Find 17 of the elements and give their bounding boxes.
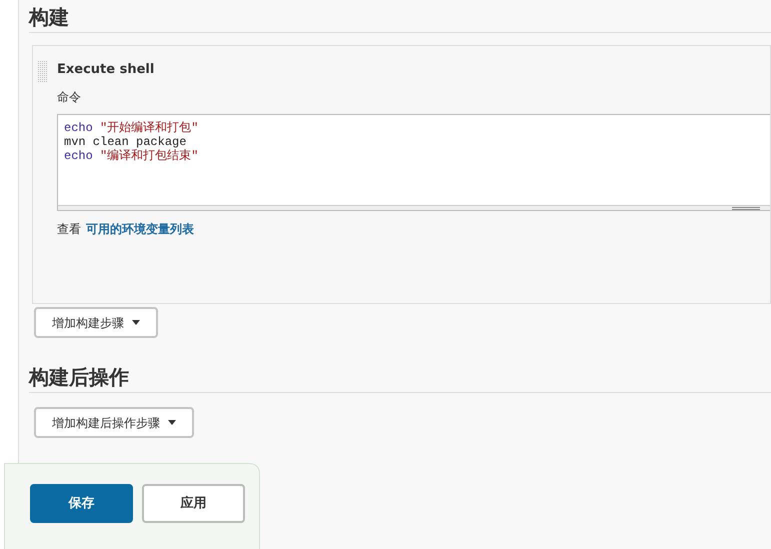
field-label: 命令 bbox=[57, 89, 82, 106]
help-text: 查看 bbox=[57, 221, 81, 238]
section-heading: 构建 bbox=[29, 4, 70, 31]
section-heading: 构建后操作 bbox=[29, 364, 130, 391]
caret-icon bbox=[132, 320, 140, 325]
add-step-dropdown-button[interactable]: 增加构建步骤 bbox=[34, 307, 158, 338]
code-line: echo "编译和打包结束" bbox=[64, 149, 198, 163]
save-button[interactable]: 保存 bbox=[30, 484, 133, 523]
command-textarea[interactable]: echo "开始编译和打包" mvn clean package echo "编译和打包结束" bbox=[57, 114, 770, 211]
step-title: Execute shell bbox=[57, 61, 156, 79]
env-variables-link[interactable]: 可用的环境变量列表 bbox=[86, 220, 194, 238]
caret-icon bbox=[168, 420, 176, 425]
add-step-dropdown-button[interactable]: 增加构建后操作步骤 bbox=[34, 407, 194, 438]
apply-button[interactable]: 应用 bbox=[142, 484, 245, 523]
resize-grip-icon[interactable] bbox=[732, 207, 760, 210]
code-line: echo "开始编译和打包" bbox=[64, 121, 198, 135]
code-line: mvn clean package bbox=[64, 135, 186, 149]
